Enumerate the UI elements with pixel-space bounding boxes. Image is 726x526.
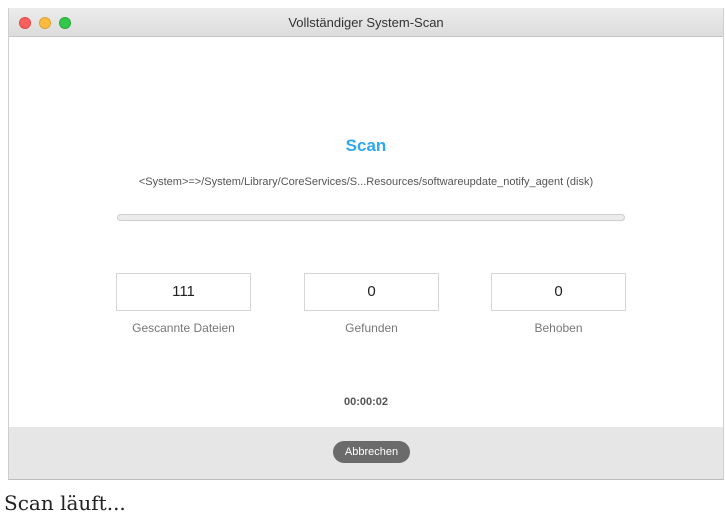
fixed-label: Behoben	[534, 321, 583, 335]
scan-heading: Scan	[345, 136, 387, 155]
elapsed-timer: 00:00:02	[343, 396, 389, 408]
scan-progress-bar	[117, 214, 625, 221]
title-bar: Vollständiger System-Scan	[9, 8, 723, 37]
scan-window: Vollständiger System-Scan Scan <System>=…	[8, 8, 724, 480]
scanned-files-count: 111	[116, 273, 251, 311]
window-title: Vollständiger System-Scan	[288, 15, 444, 30]
cancel-button[interactable]: Abbrechen	[333, 441, 410, 463]
status-caption: Scan läuft...	[4, 491, 126, 515]
current-scan-path: <System>=>/System/Library/CoreServices/S…	[138, 176, 594, 188]
scanned-files-label: Gescannte Dateien	[132, 321, 235, 335]
found-count: 0	[304, 273, 439, 311]
found-label: Gefunden	[345, 321, 398, 335]
footer-bar: Abbrechen	[9, 427, 723, 479]
fixed-count: 0	[491, 273, 626, 311]
